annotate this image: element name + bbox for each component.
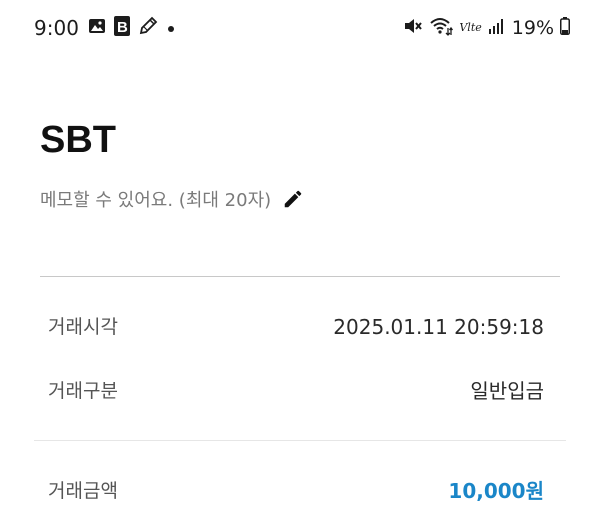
- pencil-icon: [282, 188, 304, 214]
- transaction-amount-row: 거래금액 10,000원: [48, 475, 544, 507]
- transaction-type-value: 일반입금: [470, 379, 544, 403]
- dot-icon: [166, 19, 176, 38]
- status-bar: 9:00 B Vlte 19%: [0, 0, 600, 56]
- memo-placeholder: 메모할 수 있어요. (최대 20자): [40, 190, 272, 211]
- battery-percent: 19%: [511, 17, 554, 39]
- memo-row[interactable]: 메모할 수 있어요. (최대 20자): [40, 186, 305, 216]
- status-system-icons: Vlte 19%: [403, 14, 570, 42]
- header-divider: [40, 276, 560, 277]
- transaction-time-value: 2025.01.11 20:59:18: [333, 315, 544, 339]
- status-time: 9:00: [34, 16, 79, 40]
- transaction-time-label: 거래시각: [48, 316, 118, 338]
- transaction-amount-label: 거래금액: [48, 480, 118, 502]
- page-title: SBT: [40, 119, 116, 161]
- transaction-amount-value: 10,000원: [448, 479, 544, 503]
- mute-icon: [403, 16, 423, 40]
- section-divider: [34, 440, 566, 441]
- blog-b-icon: B: [114, 16, 130, 40]
- battery-icon: [560, 17, 570, 39]
- status-notification-icons: B: [88, 16, 176, 40]
- volte-icon: Vlte: [459, 21, 482, 34]
- transaction-type-row: 거래구분 일반입금: [48, 375, 544, 407]
- transaction-type-label: 거래구분: [48, 380, 118, 402]
- svg-text:B: B: [117, 19, 128, 36]
- signal-icon: [488, 17, 506, 39]
- pencil-note-icon: [138, 16, 158, 40]
- transaction-time-row: 거래시각 2025.01.11 20:59:18: [48, 311, 544, 343]
- edit-memo-button[interactable]: [281, 189, 305, 213]
- gallery-icon: [88, 17, 106, 39]
- wifi-icon: [429, 16, 454, 40]
